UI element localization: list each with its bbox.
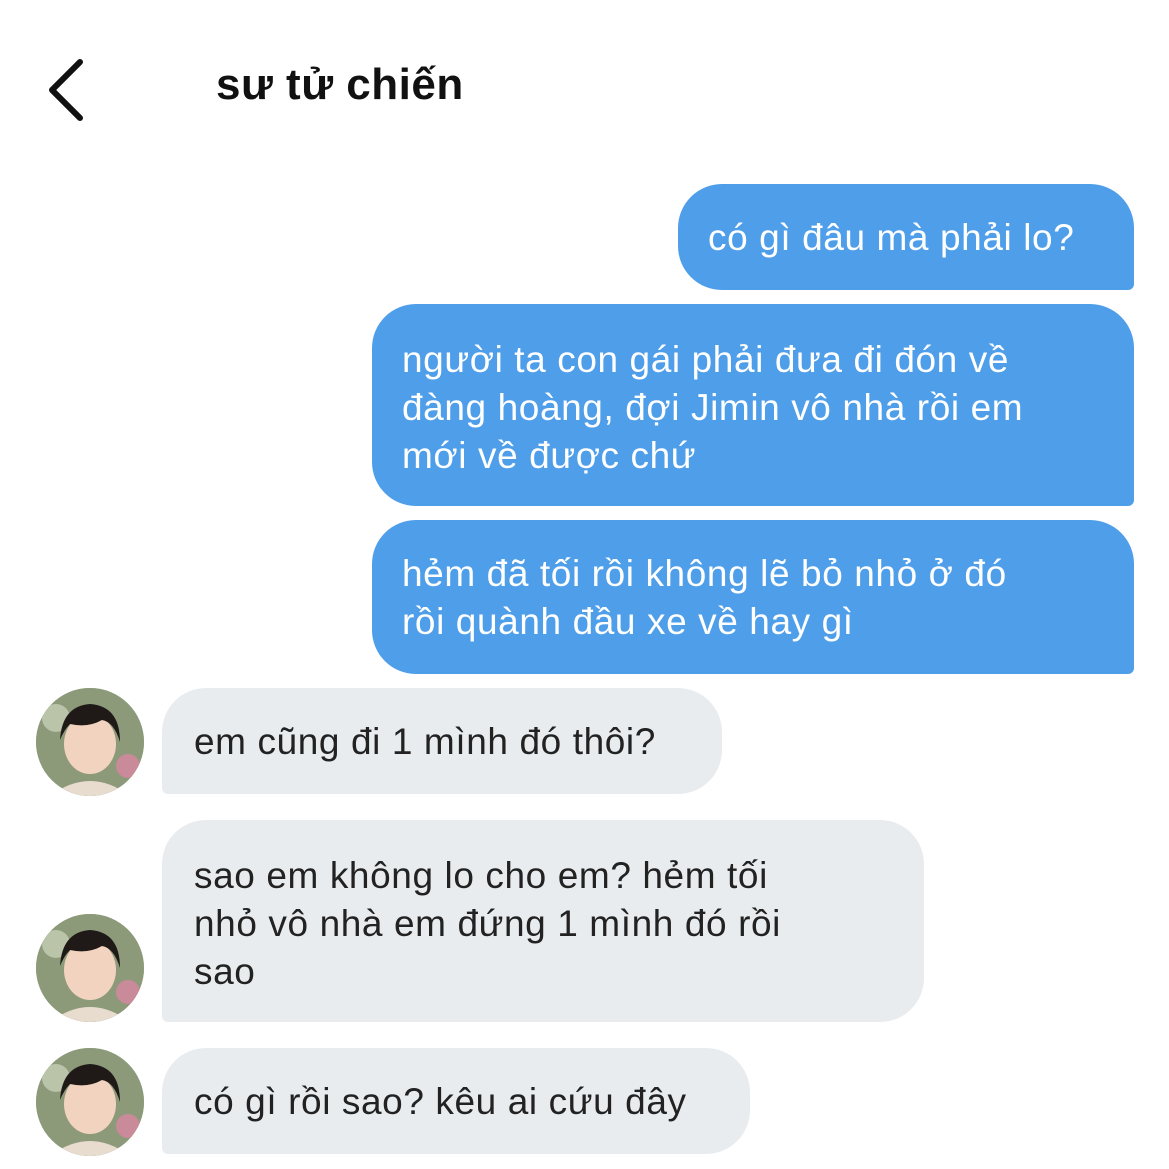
message-line: rồi quành đầu xe về hay gì	[402, 601, 854, 642]
avatar-photo	[36, 1048, 144, 1156]
chat-header: sư tử chiến	[0, 0, 1169, 170]
chevron-left-icon	[49, 59, 83, 121]
outgoing-message[interactable]: có gì đâu mà phải lo?	[678, 184, 1134, 290]
message-line: em cũng đi 1 mình đó thôi?	[194, 721, 656, 762]
message-line: sao	[194, 951, 256, 992]
message-line: hẻm đã tối rồi không lẽ bỏ nhỏ ở đó	[402, 553, 1007, 594]
back-button[interactable]	[34, 52, 98, 128]
avatar-photo	[36, 914, 144, 1022]
avatar[interactable]	[36, 914, 144, 1022]
incoming-message[interactable]: em cũng đi 1 mình đó thôi?	[162, 688, 722, 794]
incoming-message[interactable]: sao em không lo cho em? hẻm tối nhỏ vô n…	[162, 820, 924, 1022]
outgoing-message[interactable]: hẻm đã tối rồi không lẽ bỏ nhỏ ở đó rồi …	[372, 520, 1134, 674]
avatar[interactable]	[36, 688, 144, 796]
message-line: có gì đâu mà phải lo?	[708, 217, 1075, 258]
message-line: đàng hoàng, đợi Jimin vô nhà rồi em	[402, 387, 1024, 428]
message-line: nhỏ vô nhà em đứng 1 mình đó rồi	[194, 903, 781, 944]
message-line: người ta con gái phải đưa đi đón về	[402, 339, 1010, 380]
message-line: mới về được chứ	[402, 435, 697, 476]
chat-title: sư tử chiến	[216, 60, 464, 109]
message-line: có gì rồi sao? kêu ai cứu đây	[194, 1081, 687, 1122]
message-line: sao em không lo cho em? hẻm tối	[194, 855, 768, 896]
avatar[interactable]	[36, 1048, 144, 1156]
avatar-photo	[36, 688, 144, 796]
outgoing-message[interactable]: người ta con gái phải đưa đi đón về đàng…	[372, 304, 1134, 506]
incoming-message[interactable]: có gì rồi sao? kêu ai cứu đây	[162, 1048, 750, 1154]
